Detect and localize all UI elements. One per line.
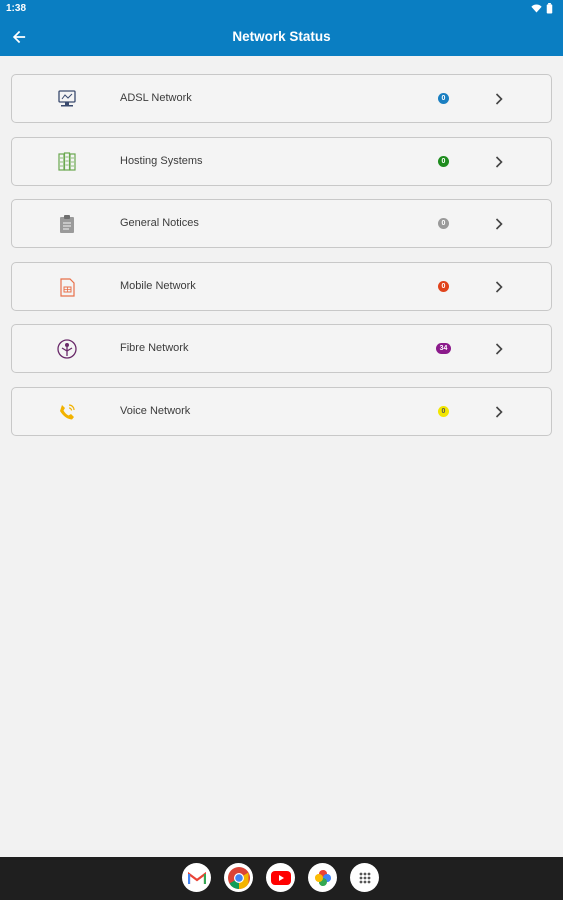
gmail-icon[interactable]	[182, 863, 211, 892]
network-status-list: ADSL Network 0 Hosting Systems 0 General…	[11, 74, 552, 449]
chevron-right-icon	[492, 403, 506, 421]
clipboard-icon	[56, 213, 78, 235]
chevron-right-icon	[492, 90, 506, 108]
item-label: Mobile Network	[120, 279, 196, 292]
chevron-right-icon	[492, 340, 506, 358]
dock-apps	[182, 863, 379, 892]
item-label: Voice Network	[120, 404, 191, 417]
photos-icon[interactable]	[308, 863, 337, 892]
youtube-icon[interactable]	[266, 863, 295, 892]
status-icons	[531, 3, 553, 14]
fibre-tree-icon	[56, 338, 78, 360]
chrome-icon[interactable]	[224, 863, 253, 892]
monitor-network-icon	[56, 88, 78, 110]
chevron-right-icon	[492, 278, 506, 296]
chevron-right-icon	[492, 215, 506, 233]
count-badge: 0	[438, 218, 449, 229]
item-label: Fibre Network	[120, 342, 189, 354]
list-item-adsl-network[interactable]: ADSL Network 0	[11, 74, 552, 123]
status-bar: 1:38	[0, 0, 563, 19]
wifi-icon	[531, 4, 542, 13]
list-item-general-notices[interactable]: General Notices 0	[11, 199, 552, 248]
count-badge: 34	[436, 343, 451, 354]
phone-ringing-icon	[56, 401, 78, 423]
list-item-fibre-network[interactable]: Fibre Network 34	[11, 324, 552, 373]
count-badge: 0	[438, 280, 449, 292]
list-item-voice-network[interactable]: Voice Network 0	[11, 386, 552, 436]
status-time: 1:38	[6, 3, 27, 14]
list-item-mobile-network[interactable]: Mobile Network 0	[11, 261, 552, 311]
count-badge: 0	[438, 405, 449, 417]
count-badge: 0	[438, 93, 449, 104]
item-label: ADSL Network	[120, 92, 192, 104]
item-label: Hosting Systems	[120, 154, 203, 167]
list-item-hosting-systems[interactable]: Hosting Systems 0	[11, 136, 552, 186]
system-dock	[0, 857, 563, 900]
server-rack-icon	[56, 151, 78, 173]
chevron-right-icon	[492, 153, 506, 171]
page-title: Network Status	[232, 29, 331, 44]
battery-icon	[546, 3, 553, 14]
sim-card-icon	[56, 276, 78, 298]
count-badge: 0	[438, 155, 449, 167]
app-drawer-icon[interactable]	[350, 863, 379, 892]
app-bar: Network Status	[0, 19, 563, 56]
item-label: General Notices	[120, 217, 199, 229]
